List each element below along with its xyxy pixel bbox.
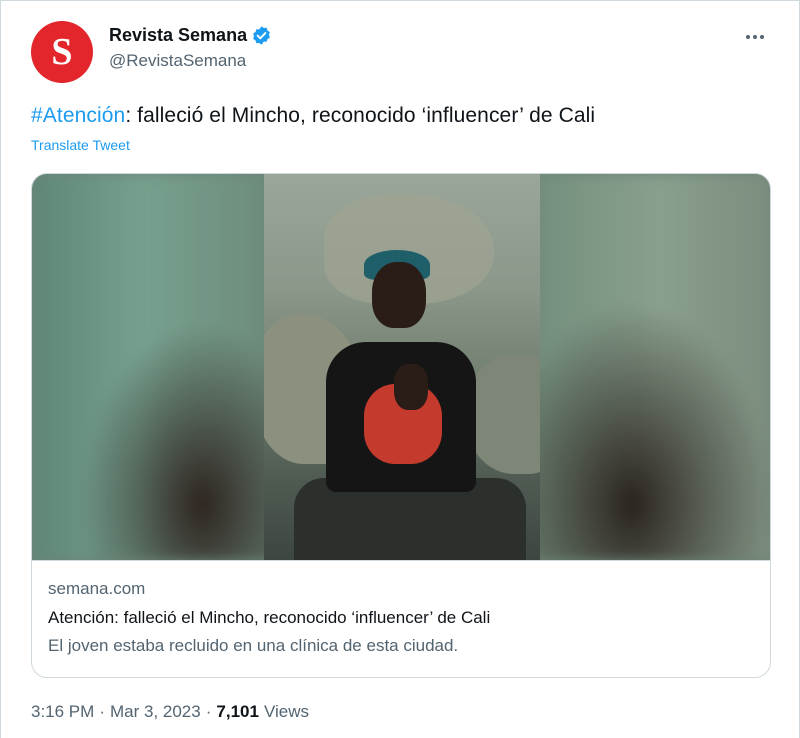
card-title: Atención: falleció el Mincho, reconocido… (48, 608, 491, 627)
card-description: El joven estaba recluido en una clínica … (48, 636, 459, 655)
author-display-name[interactable]: Revista Semana (109, 25, 247, 46)
verified-badge-icon[interactable] (251, 25, 272, 46)
more-options-button[interactable] (741, 27, 769, 47)
tweet-container: S Revista Semana @RevistaSemana #Atenció… (0, 0, 800, 738)
translate-tweet-link[interactable]: Translate Tweet (31, 137, 130, 153)
card-photo (264, 174, 540, 560)
link-card[interactable]: semana.com Atención: falleció el Mincho,… (31, 173, 771, 678)
more-options-icon-dot (760, 35, 764, 39)
tweet-meta: 3:16 PM · Mar 3, 2023 · 7,101 Views (31, 702, 309, 722)
meta-separator: · (205, 702, 212, 721)
author-name-row: Revista Semana (109, 25, 272, 46)
more-options-icon-dot (753, 35, 757, 39)
photo-person-head (372, 262, 426, 328)
tweet-date[interactable]: Mar 3, 2023 (110, 702, 201, 722)
avatar-letter: S (51, 31, 73, 73)
tweet-time[interactable]: 3:16 PM (31, 702, 94, 722)
card-info[interactable]: semana.com Atención: falleció el Mincho,… (32, 560, 770, 677)
author-handle[interactable]: @RevistaSemana (109, 51, 272, 71)
photo-person-hand (394, 364, 428, 410)
avatar[interactable]: S (31, 21, 93, 83)
more-options-icon (746, 35, 750, 39)
tweet-text: #Atención: falleció el Mincho, reconocid… (31, 104, 595, 128)
card-domain: semana.com (48, 579, 146, 598)
tweet-body: : falleció el Mincho, reconocido ‘influe… (125, 104, 596, 127)
meta-separator: · (99, 702, 105, 721)
hashtag-link[interactable]: #Atención (31, 104, 125, 127)
views-label: Views (263, 702, 309, 721)
author-info: Revista Semana @RevistaSemana (109, 25, 272, 71)
card-image[interactable] (32, 174, 770, 560)
views-count: 7,101 (216, 702, 259, 721)
